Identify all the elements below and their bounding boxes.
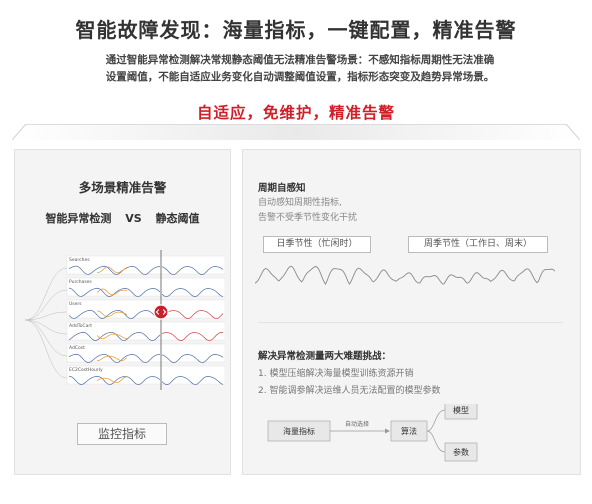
metric-label: EC2CostHourly: [69, 367, 103, 373]
multi-scenario-panel: 多场景精准告警 智能异常检测 VS 静态阈值 Searches Purchases…: [14, 149, 231, 475]
metric-rows: Searches Purchases Users AddToCart AdCost EC2…: [66, 255, 225, 385]
flow-node-model: 模型: [444, 404, 478, 420]
comparison-smart-label: 智能异常检测: [45, 212, 112, 225]
auto-selection-flow: 海量指标 自动选择 算法 模型 参数: [267, 404, 478, 462]
daily-seasonality-tag: 日季节性（忙闲时）: [263, 236, 371, 253]
page-title: 智能故障发现：海量指标，一键配置，精准告警: [75, 18, 517, 42]
comparison-static-label: 静态阈值: [155, 212, 200, 225]
metric-comparison-chart: Searches Purchases Users AddToCart AdCost EC2…: [25, 250, 225, 390]
svg-text:算法: 算法: [401, 426, 417, 436]
period-heading: 周期自感知: [258, 183, 306, 194]
weekly-seasonality-tag: 周季节性（工作日、周末）: [408, 236, 548, 253]
svg-text:参数: 参数: [453, 447, 469, 457]
hero-description: 通过智能异常检测解决常规静态阈值无法精准告警场景：不感知指标周期性无法准确 设置…: [60, 52, 540, 86]
section-divider: [12, 124, 580, 140]
period-detection-panel: 周期自感知 自动感知周期性指标, 告警不受季节性变化干扰 日季节性（忙闲时） 周…: [242, 149, 581, 475]
metric-label: AddToCart: [69, 323, 92, 329]
flow-node-params: 参数: [444, 442, 478, 462]
challenge-item-1: 1. 模型压缩解决海量模型训练资源开销: [258, 369, 414, 379]
period-text-1: 自动感知周期性指标,: [258, 198, 342, 208]
metric-label: Users: [69, 301, 82, 307]
metric-label: Searches: [69, 257, 90, 263]
slogan: 自适应，免维护，精准告警: [196, 104, 395, 122]
hero-description-line-2: 设置阈值，不能自适应业务变化自动调整阈值设置，指标形态突变及趋势异常场景。: [105, 71, 495, 83]
metric-label: AdCost: [69, 345, 85, 351]
comparison-vs-label: VS: [125, 212, 142, 225]
hero-description-line-1: 通过智能异常检测解决常规静态阈值无法精准告警场景：不感知指标周期性无法准确: [105, 54, 495, 66]
flow-node-algorithm: 算法: [390, 420, 428, 442]
challenge-item-2: 2. 智能调参解决运维人员无法配置的模型参数: [258, 386, 441, 396]
challenge-heading: 解决异常检测量两大难题挑战：: [258, 351, 392, 362]
svg-text:海量指标: 海量指标: [283, 426, 315, 436]
flow-edge-label: 自动选择: [345, 420, 369, 428]
comparison-heading: 智能异常检测 VS 静态阈值: [15, 210, 230, 226]
flow-node-metrics: 海量指标: [267, 420, 331, 442]
fan-lines: [25, 267, 68, 379]
period-text-2: 告警不受季节性变化干扰: [258, 213, 358, 223]
monitor-metrics-button[interactable]: 监控指标: [77, 423, 167, 445]
metric-label: Purchases: [69, 279, 92, 285]
panel-divider: [258, 322, 563, 323]
multi-scenario-title: 多场景精准告警: [78, 180, 167, 195]
svg-text:模型: 模型: [453, 405, 469, 415]
seasonality-wave: [255, 265, 555, 286]
compare-slider-icon[interactable]: [153, 304, 169, 320]
